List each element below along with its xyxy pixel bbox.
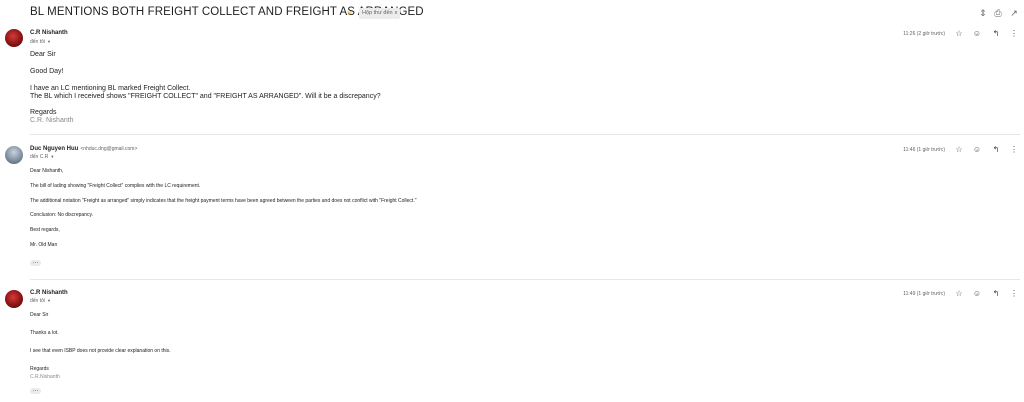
body-line: The bill of lading showing "Freight Coll… xyxy=(30,183,201,189)
sender-name[interactable]: C.R Nishanth xyxy=(30,290,68,296)
message-time: 11:46 (1 giờ trước) xyxy=(903,147,945,153)
star-icon[interactable]: ☆ xyxy=(954,289,964,299)
chevron-down-icon[interactable]: ▼ xyxy=(47,298,51,303)
reply-icon[interactable]: ↰ xyxy=(991,289,1001,299)
body-line: The BL which I received shows "FREIGHT C… xyxy=(30,93,381,100)
star-icon[interactable]: ☆ xyxy=(954,29,964,39)
show-trimmed-content-button[interactable]: … xyxy=(30,259,41,266)
reply-icon[interactable]: ↰ xyxy=(991,29,1001,39)
star-icon[interactable]: ☆ xyxy=(954,145,964,155)
recipient-details[interactable]: đến tôi ▼ xyxy=(30,39,51,45)
recipient-details[interactable]: đến C.R ▼ xyxy=(30,154,54,160)
recipient-details[interactable]: đến tôi ▼ xyxy=(30,298,51,304)
important-marker-icon[interactable]: » xyxy=(347,7,352,17)
message-divider xyxy=(30,279,1020,280)
collapse-icon[interactable]: ⇕ xyxy=(977,7,989,19)
body-line: Thanks a lot. xyxy=(30,330,59,336)
message-time: 11:49 (1 giờ trước) xyxy=(903,291,945,297)
body-line: Regards xyxy=(30,109,57,116)
body-line: Dear Sir xyxy=(30,312,49,318)
chevron-down-icon[interactable]: ▼ xyxy=(47,39,51,44)
sender-name[interactable]: C.R Nishanth xyxy=(30,30,68,36)
remove-label-icon[interactable]: x xyxy=(395,10,398,16)
avatar[interactable] xyxy=(5,290,23,308)
avatar[interactable] xyxy=(5,146,23,164)
body-line: I see that even ISBP does not provide cl… xyxy=(30,348,171,354)
inbox-label-text: Hộp thư đến xyxy=(362,10,393,16)
body-line: Best regards, xyxy=(30,227,60,233)
signature: C.R.Nishanth xyxy=(30,374,60,380)
reply-icon[interactable]: ↰ xyxy=(991,145,1001,155)
sender-name[interactable]: Duc Nguyen Huu <nhduc.dng@gmail.com> xyxy=(30,146,137,152)
body-line: Mr. Old Man xyxy=(30,242,58,248)
emoji-react-icon[interactable]: ☺ xyxy=(972,145,982,155)
thread-header: BL MENTIONS BOTH FREIGHT COLLECT AND FRE… xyxy=(0,0,1024,28)
more-options-icon[interactable]: ⋮ xyxy=(1009,289,1019,299)
body-line: I have an LC mentioning BL marked Freigh… xyxy=(30,85,191,92)
body-line: Conclusion: No discrepancy. xyxy=(30,212,93,218)
emoji-react-icon[interactable]: ☺ xyxy=(972,29,982,39)
body-line: Good Day! xyxy=(30,68,64,75)
body-line: The additional notation "Freight as arra… xyxy=(30,198,417,204)
message-time: 11:26 (2 giờ trước) xyxy=(903,31,945,37)
avatar[interactable] xyxy=(5,29,23,47)
body-line: Dear Nishanth, xyxy=(30,168,64,174)
show-trimmed-content-button[interactable]: … xyxy=(30,387,41,394)
emoji-react-icon[interactable]: ☺ xyxy=(972,289,982,299)
body-line: Regards xyxy=(30,366,49,372)
body-line: Dear Sir xyxy=(30,51,56,58)
sender-email: <nhduc.dng@gmail.com> xyxy=(80,146,138,152)
chevron-down-icon[interactable]: ▼ xyxy=(50,154,54,159)
open-in-new-window-icon[interactable]: ↗ xyxy=(1008,7,1020,19)
signature: C.R. Nishanth xyxy=(30,117,74,124)
more-options-icon[interactable]: ⋮ xyxy=(1009,145,1019,155)
inbox-label-chip[interactable]: Hộp thư đến x xyxy=(359,8,401,19)
message-divider xyxy=(30,134,1020,135)
more-options-icon[interactable]: ⋮ xyxy=(1009,29,1019,39)
print-icon[interactable]: ⎙ xyxy=(992,7,1004,19)
